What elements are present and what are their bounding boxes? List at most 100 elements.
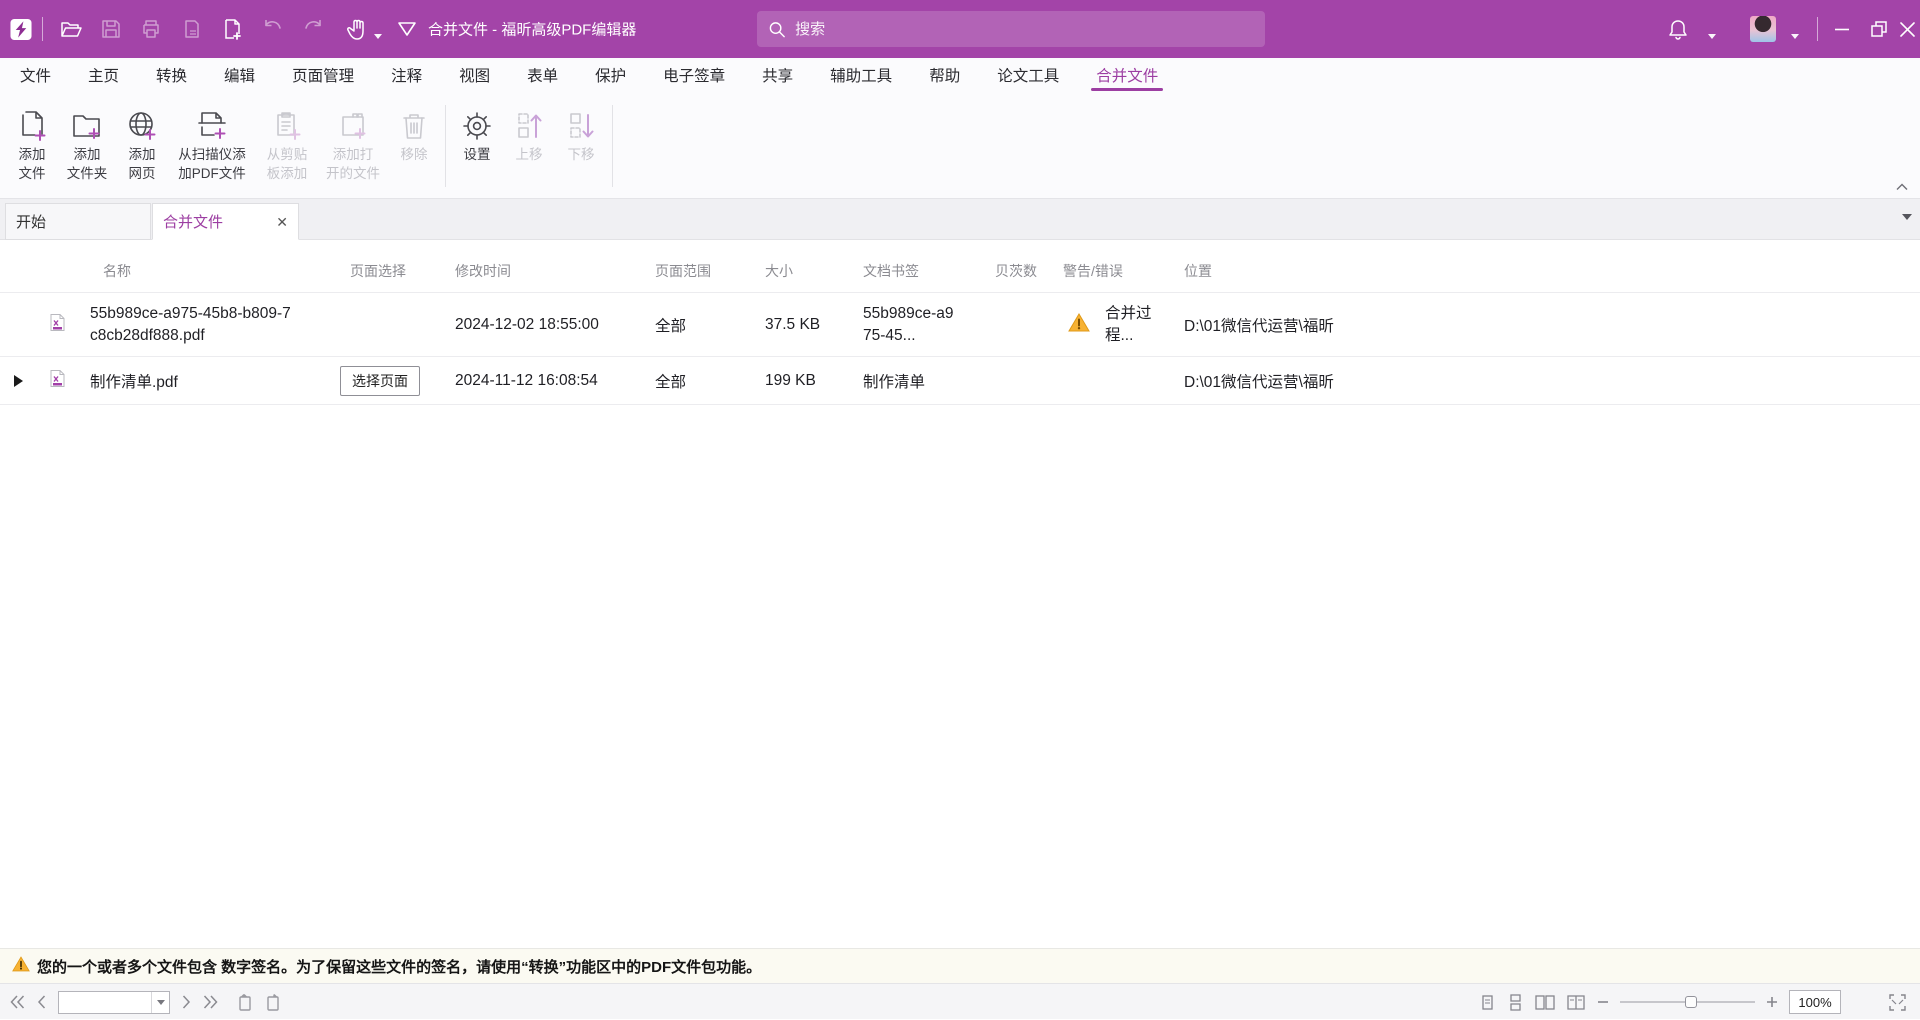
column-header-bates[interactable]: 贝茨数 bbox=[995, 261, 1037, 281]
menu-view[interactable]: 视图 bbox=[459, 58, 490, 95]
file-bookmark: 制作清单 bbox=[863, 370, 925, 392]
signature-warning-text: 您的一个或者多个文件包含 数字签名。为了保留这些文件的签名，请使用“转换”功能区… bbox=[37, 956, 761, 977]
column-header-modified[interactable]: 修改时间 bbox=[455, 261, 511, 281]
zoom-out-icon[interactable] bbox=[1597, 996, 1609, 1008]
expand-row-icon[interactable] bbox=[14, 375, 23, 387]
table-header-row: 名称 页面选择 修改时间 页面范围 大小 文档书签 贝茨数 警告/错误 位置 bbox=[0, 250, 1920, 292]
add-files-button[interactable]: 添加 文件 bbox=[6, 103, 58, 183]
table-row[interactable]: 55b989ce-a975-45b8-b809-7c8cb28df888.pdf… bbox=[0, 292, 1920, 357]
menu-help[interactable]: 帮助 bbox=[929, 58, 960, 95]
column-header-page-select[interactable]: 页面选择 bbox=[350, 261, 406, 281]
create-pdf-icon[interactable] bbox=[222, 18, 244, 40]
statusbar: 100% bbox=[0, 983, 1920, 1019]
undo-icon[interactable] bbox=[262, 18, 284, 40]
tab-merge-files[interactable]: 合并文件 ✕ bbox=[152, 203, 299, 240]
continuous-view-icon[interactable] bbox=[1507, 994, 1524, 1011]
tab-close-icon[interactable]: ✕ bbox=[276, 215, 288, 229]
add-from-scanner-icon bbox=[195, 107, 229, 145]
add-from-scanner-button[interactable]: 从扫描仪添 加PDF文件 bbox=[168, 103, 256, 183]
tab-start-label: 开始 bbox=[16, 211, 46, 232]
add-webpage-button[interactable]: 添加 网页 bbox=[116, 103, 168, 183]
single-page-view-icon[interactable] bbox=[1479, 994, 1496, 1011]
menu-merge-files[interactable]: 合并文件 bbox=[1096, 58, 1158, 95]
menu-edit[interactable]: 编辑 bbox=[224, 58, 255, 95]
menubar: 文件 主页 转换 编辑 页面管理 注释 视图 表单 保护 电子签章 共享 辅助工… bbox=[0, 58, 1920, 95]
hand-tool-icon[interactable] bbox=[346, 18, 368, 40]
account-caret-icon[interactable] bbox=[1791, 26, 1799, 44]
menu-page-management[interactable]: 页面管理 bbox=[292, 58, 354, 95]
notifications-bell-icon[interactable] bbox=[1667, 18, 1689, 40]
collapse-ribbon-icon[interactable] bbox=[1896, 182, 1908, 194]
first-page-icon[interactable] bbox=[10, 995, 25, 1009]
nabla-select-icon[interactable] bbox=[396, 18, 418, 40]
ribbon-separator bbox=[612, 105, 613, 187]
export-doc-icon[interactable] bbox=[181, 18, 203, 40]
facing-pages-view-icon[interactable] bbox=[1535, 994, 1555, 1011]
print-icon[interactable] bbox=[140, 18, 162, 40]
zoom-in-icon[interactable] bbox=[1766, 996, 1778, 1008]
menu-esign[interactable]: 电子签章 bbox=[663, 58, 725, 95]
save-icon[interactable] bbox=[100, 18, 122, 40]
column-header-name[interactable]: 名称 bbox=[103, 261, 131, 281]
minimize-icon[interactable] bbox=[1831, 18, 1853, 40]
next-view-icon[interactable] bbox=[265, 993, 282, 1011]
column-header-size[interactable]: 大小 bbox=[765, 261, 793, 281]
pdf-file-icon bbox=[50, 313, 65, 336]
avatar[interactable] bbox=[1750, 16, 1776, 42]
move-down-icon bbox=[564, 107, 598, 145]
warning-icon bbox=[1068, 313, 1090, 337]
redo-icon[interactable] bbox=[302, 18, 324, 40]
statusbar-left bbox=[10, 984, 282, 1020]
file-bookmark: 55b989ce-a975-45... bbox=[863, 303, 955, 347]
file-name: 55b989ce-a975-45b8-b809-7c8cb28df888.pdf bbox=[90, 303, 292, 347]
search-input[interactable] bbox=[795, 21, 1253, 38]
file-modified: 2024-12-02 18:55:00 bbox=[455, 316, 599, 334]
table-row[interactable]: 制作清单.pdf 选择页面 2024-11-12 16:08:54 全部 199… bbox=[0, 357, 1920, 405]
previous-page-icon[interactable] bbox=[37, 995, 46, 1009]
menu-comment[interactable]: 注释 bbox=[391, 58, 422, 95]
zoom-slider[interactable] bbox=[1620, 995, 1755, 1009]
titlebar-separator bbox=[42, 17, 43, 41]
merge-file-list: 名称 页面选择 修改时间 页面范围 大小 文档书签 贝茨数 警告/错误 位置 5… bbox=[0, 240, 1920, 948]
foxit-logo-icon bbox=[10, 18, 32, 40]
menu-home[interactable]: 主页 bbox=[88, 58, 119, 95]
settings-button[interactable]: 设置 bbox=[451, 103, 503, 164]
previous-view-icon[interactable] bbox=[236, 993, 253, 1011]
remove-button: 移除 bbox=[388, 103, 440, 164]
close-window-icon[interactable] bbox=[1896, 18, 1918, 40]
file-location: D:\01微信代运营\福昕 bbox=[1184, 314, 1334, 336]
notifications-caret-icon[interactable] bbox=[1708, 26, 1716, 44]
warning-icon bbox=[12, 956, 30, 977]
hand-tool-caret-icon[interactable] bbox=[374, 26, 382, 44]
add-from-clipboard-icon bbox=[270, 107, 304, 145]
zoom-level-box[interactable]: 100% bbox=[1789, 990, 1841, 1014]
add-folder-button[interactable]: 添加 文件夹 bbox=[58, 103, 116, 183]
open-file-icon[interactable] bbox=[60, 18, 82, 40]
column-header-bookmark[interactable]: 文档书签 bbox=[863, 261, 919, 281]
select-pages-button[interactable]: 选择页面 bbox=[340, 366, 420, 396]
search-box[interactable] bbox=[757, 11, 1265, 47]
file-modified: 2024-11-12 16:08:54 bbox=[455, 372, 598, 390]
tab-list-dropdown-icon[interactable] bbox=[1902, 214, 1912, 220]
restore-window-icon[interactable] bbox=[1868, 18, 1890, 40]
column-header-warnings[interactable]: 警告/错误 bbox=[1063, 261, 1123, 281]
page-combo-caret-icon[interactable] bbox=[151, 992, 169, 1013]
menu-form[interactable]: 表单 bbox=[527, 58, 558, 95]
book-view-icon[interactable] bbox=[1566, 994, 1586, 1011]
last-page-icon[interactable] bbox=[203, 995, 218, 1009]
menu-file[interactable]: 文件 bbox=[20, 58, 51, 95]
zoom-slider-thumb[interactable] bbox=[1685, 996, 1697, 1008]
menu-share[interactable]: 共享 bbox=[762, 58, 793, 95]
menu-paper-tools[interactable]: 论文工具 bbox=[997, 58, 1059, 95]
fit-page-icon[interactable] bbox=[1889, 994, 1906, 1011]
tab-start[interactable]: 开始 bbox=[5, 203, 151, 240]
column-header-location[interactable]: 位置 bbox=[1184, 261, 1212, 281]
page-number-combo[interactable] bbox=[58, 991, 170, 1014]
menu-protect[interactable]: 保护 bbox=[595, 58, 626, 95]
menu-convert[interactable]: 转换 bbox=[156, 58, 187, 95]
menu-accessibility[interactable]: 辅助工具 bbox=[830, 58, 892, 95]
column-header-page-range[interactable]: 页面范围 bbox=[655, 261, 711, 281]
page-number-input[interactable] bbox=[59, 992, 151, 1013]
file-size: 199 KB bbox=[765, 372, 816, 390]
next-page-icon[interactable] bbox=[182, 995, 191, 1009]
